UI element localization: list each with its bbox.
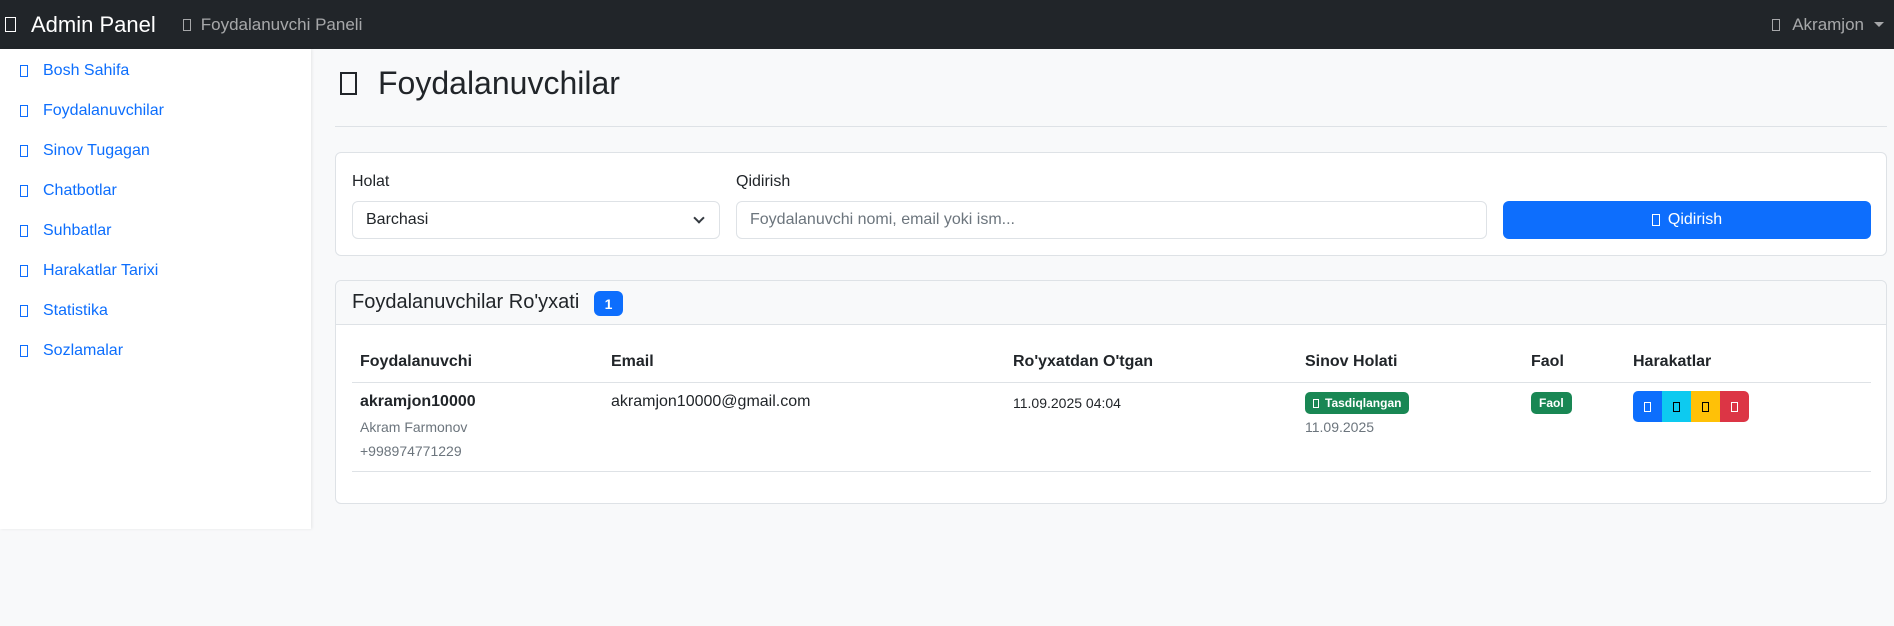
edit-button[interactable] — [1662, 391, 1691, 422]
column-header-trial-status[interactable]: Sinov Holati — [1305, 353, 1397, 371]
sidebar-item-label: Chatbotlar — [43, 182, 117, 199]
search-button[interactable]: Qidirish — [1503, 201, 1871, 239]
active-badge: Faol — [1531, 392, 1572, 414]
sidebar-item-label: Harakatlar Tarixi — [43, 262, 159, 279]
user-name: Akramjon — [1792, 14, 1864, 34]
top-navbar: Admin Panel Foydalanuvchi Paneli Akramjo… — [0, 0, 1894, 49]
sidebar-item-suhbatlar[interactable]: Suhbatlar — [20, 222, 112, 240]
list-header: Foydalanuvchilar Ro'yxati 1 — [336, 281, 1886, 325]
clock-icon — [20, 145, 28, 157]
sidebar-item-bosh-sahifa[interactable]: Bosh Sahifa — [20, 62, 129, 80]
page-title: Foydalanuvchilar — [340, 65, 620, 102]
header-divider — [352, 382, 1871, 383]
row-email: akramjon10000@gmail.com — [611, 393, 811, 410]
grid-icon — [5, 17, 16, 32]
title-divider — [335, 126, 1887, 127]
sidebar-item-label: Suhbatlar — [43, 222, 112, 239]
status-select-value: Barchasi — [366, 211, 429, 228]
row-username: akramjon10000 — [360, 393, 476, 410]
sidebar-item-chatbotlar[interactable]: Chatbotlar — [20, 182, 117, 200]
delete-icon — [1731, 401, 1738, 412]
chart-icon — [20, 305, 28, 317]
user-panel-label: Foydalanuvchi Paneli — [200, 14, 363, 34]
sidebar-item-statistika[interactable]: Statistika — [20, 302, 108, 320]
user-icon — [1772, 18, 1781, 31]
filter-card: Holat Barchasi Qidirish Qidirish — [335, 152, 1887, 256]
row-divider — [352, 471, 1871, 472]
trial-status-badge: Tasdiqlangan — [1305, 392, 1410, 414]
edit-icon — [1673, 401, 1680, 412]
sidebar: Bosh Sahifa Foydalanuvchilar Sinov Tugag… — [0, 49, 311, 529]
row-full-name: Akram Farmonov — [360, 419, 468, 435]
search-input[interactable] — [736, 201, 1487, 239]
column-header-actions: Harakatlar — [1633, 353, 1712, 370]
row-actions — [1633, 391, 1749, 422]
status-label: Holat — [352, 173, 390, 190]
row-trial-date: 11.09.2025 — [1305, 419, 1375, 435]
view-button[interactable] — [1633, 391, 1662, 422]
gear-icon — [20, 345, 28, 357]
history-icon — [20, 265, 28, 277]
active-text: Faol — [1539, 396, 1564, 410]
list-title: Foydalanuvchilar Ro'yxati — [352, 291, 580, 313]
user-count-badge: 1 — [594, 291, 623, 316]
brand-label: Admin Panel — [31, 11, 156, 37]
column-header-email[interactable]: Email — [611, 353, 654, 371]
sidebar-item-label: Sinov Tugagan — [43, 142, 150, 159]
sidebar-item-label: Sozlamalar — [43, 342, 124, 359]
users-list-card: Foydalanuvchilar Ro'yxati 1 Foydalanuvch… — [335, 280, 1887, 504]
delete-button[interactable] — [1720, 391, 1749, 422]
user-menu-dropdown[interactable]: Akramjon — [1772, 0, 1884, 49]
trial-status-text: Tasdiqlangan — [1325, 396, 1402, 410]
sidebar-item-sozlamalar[interactable]: Sozlamalar — [20, 342, 123, 360]
view-icon — [1644, 401, 1651, 412]
user-panel-link[interactable]: Foydalanuvchi Paneli — [182, 14, 363, 35]
sidebar-item-foydalanuvchilar[interactable]: Foydalanuvchilar — [20, 102, 164, 120]
chevron-down-icon — [693, 212, 705, 224]
pause-icon — [1702, 401, 1709, 412]
users-icon — [340, 72, 357, 95]
search-button-label: Qidirish — [1667, 211, 1723, 228]
check-icon — [1313, 398, 1319, 408]
status-select[interactable]: Barchasi — [352, 201, 720, 239]
column-header-user[interactable]: Foydalanuvchi — [360, 353, 472, 371]
chat-icon — [20, 225, 28, 237]
users-icon — [20, 105, 28, 117]
brand-link[interactable]: Admin Panel — [5, 12, 156, 38]
column-header-registered[interactable]: Ro'yxatdan O'tgan — [1013, 353, 1153, 371]
page-title-text: Foydalanuvchilar — [378, 65, 620, 101]
search-icon — [1651, 214, 1660, 226]
sidebar-item-label: Foydalanuvchilar — [43, 102, 164, 119]
sidebar-item-label: Statistika — [43, 302, 108, 319]
home-icon — [20, 65, 28, 77]
sidebar-item-label: Bosh Sahifa — [43, 62, 130, 79]
column-header-active[interactable]: Faol — [1531, 353, 1564, 371]
row-registered: 11.09.2025 04:04 — [1013, 395, 1121, 411]
caret-down-icon — [1874, 22, 1884, 27]
pause-button[interactable] — [1691, 391, 1720, 422]
search-label: Qidirish — [736, 173, 791, 190]
robot-icon — [20, 185, 28, 197]
row-phone: +998974771229 — [360, 443, 462, 459]
sidebar-item-sinov-tugagan[interactable]: Sinov Tugagan — [20, 142, 150, 160]
sidebar-item-harakatlar-tarixi[interactable]: Harakatlar Tarixi — [20, 262, 158, 280]
panel-icon — [182, 18, 191, 31]
